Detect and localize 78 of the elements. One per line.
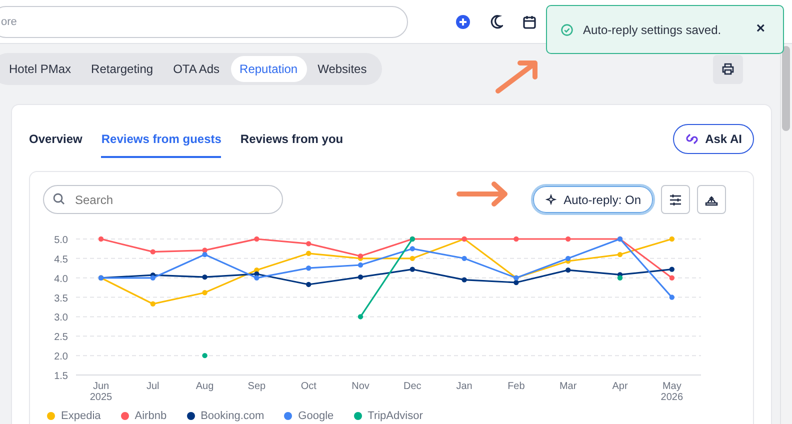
moon-icon[interactable] xyxy=(490,14,503,28)
x-axis-label: Oct xyxy=(300,381,316,392)
x-axis-label: Aug xyxy=(196,381,214,392)
data-point xyxy=(669,294,674,300)
review-tab[interactable]: Reviews from you xyxy=(240,124,344,158)
data-point xyxy=(202,290,208,296)
check-circle-icon xyxy=(561,24,573,36)
data-point xyxy=(669,266,674,272)
legend-label: Expedia xyxy=(61,409,101,424)
review-tab[interactable]: Overview xyxy=(29,124,82,158)
campaign-tab[interactable]: OTA Ads xyxy=(164,56,229,82)
data-point xyxy=(254,236,260,242)
x-axis-label: Nov xyxy=(352,381,370,392)
x-axis-label: Dec xyxy=(404,381,422,392)
x-axis-label: Sep xyxy=(248,381,266,392)
close-button[interactable]: × xyxy=(752,18,769,41)
y-axis-label: 4.5 xyxy=(54,254,68,266)
search-icon xyxy=(53,193,65,205)
cloud-upload-icon xyxy=(705,194,718,206)
data-point xyxy=(358,274,364,280)
data-point xyxy=(462,277,467,282)
data-point xyxy=(566,236,571,242)
data-point xyxy=(566,267,571,273)
y-axis-label: 5.0 xyxy=(54,235,68,246)
x-axis-label: Feb xyxy=(508,381,525,392)
sliders-icon xyxy=(669,194,682,206)
data-point xyxy=(514,236,519,242)
upload-button[interactable] xyxy=(697,185,726,214)
data-point xyxy=(410,246,415,252)
data-point xyxy=(202,274,208,280)
data-point xyxy=(410,256,415,262)
data-point xyxy=(358,314,364,320)
printer-icon xyxy=(722,63,734,75)
y-axis-label: 3.5 xyxy=(54,293,68,304)
y-axis-label: 4.0 xyxy=(54,274,68,285)
sparkle-icon xyxy=(544,194,557,206)
data-point xyxy=(306,266,312,271)
data-point xyxy=(150,249,156,254)
y-axis-label: 2.5 xyxy=(54,332,68,344)
campaign-tab[interactable]: Hotel PMax xyxy=(0,56,80,82)
data-point xyxy=(669,275,674,280)
x-axis-label: Jan xyxy=(456,381,472,392)
legend-label: Google xyxy=(298,409,334,424)
scrollbar-thumb[interactable] xyxy=(782,46,790,131)
data-point xyxy=(462,256,467,262)
x-axis-label: Mar xyxy=(559,381,577,392)
legend-label: Airbnb xyxy=(134,409,167,424)
data-point xyxy=(98,236,104,242)
data-point xyxy=(306,241,312,246)
toast-message: Auto-reply settings saved. xyxy=(583,22,722,38)
x-axis-label: Jun 2025 xyxy=(90,381,112,403)
data-point xyxy=(669,236,674,242)
data-point xyxy=(306,282,312,288)
campaign-tab[interactable]: Retargeting xyxy=(82,56,162,82)
data-point xyxy=(150,301,156,306)
review-tab[interactable]: Reviews from guests xyxy=(101,124,222,158)
data-point xyxy=(202,352,208,358)
print-button[interactable] xyxy=(713,54,743,84)
campaign-tab[interactable]: Reputation xyxy=(230,56,307,82)
filter-button[interactable] xyxy=(661,185,690,214)
x-axis-label: Jul xyxy=(146,381,160,392)
campaign-tab[interactable]: Websites xyxy=(308,56,376,82)
y-axis-label: 2.0 xyxy=(54,352,68,363)
link-icon xyxy=(685,132,700,146)
x-axis-label: Apr xyxy=(612,381,628,392)
y-axis-label: 1.5 xyxy=(54,371,68,382)
ask-ai-button[interactable]: Ask AI xyxy=(673,124,754,154)
calendar-icon[interactable] xyxy=(523,14,536,28)
y-axis-label: 3.0 xyxy=(54,312,68,324)
data-point xyxy=(306,250,312,256)
search-field[interactable]: Search xyxy=(43,185,283,214)
add-icon[interactable] xyxy=(456,14,470,28)
data-point xyxy=(410,266,415,272)
legend-label: TripAdvisor xyxy=(368,409,423,424)
data-point xyxy=(617,252,623,258)
auto-reply-button[interactable]: Auto-reply: On xyxy=(530,184,655,215)
x-axis-label: May 2026 xyxy=(660,381,684,403)
legend-label: Booking.com xyxy=(200,409,264,424)
